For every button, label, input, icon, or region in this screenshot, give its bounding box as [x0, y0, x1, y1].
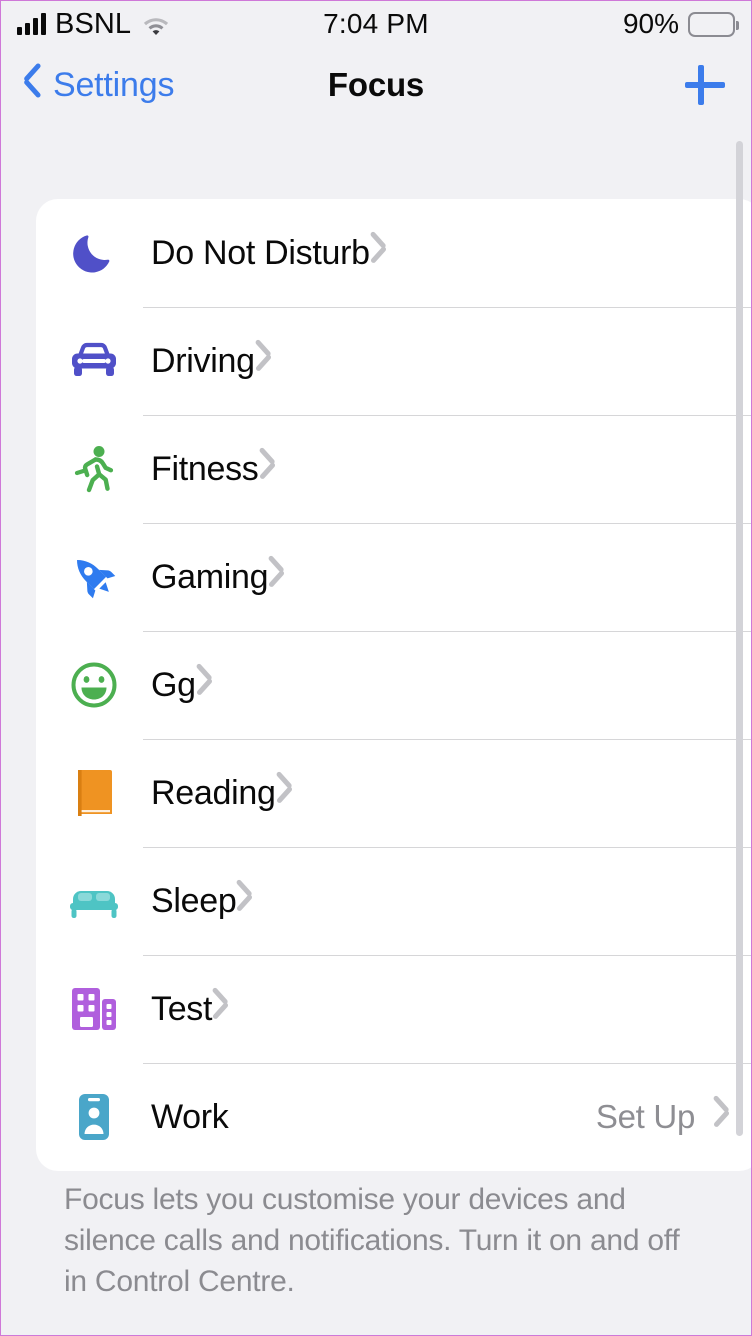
list-item-test[interactable]: Test	[36, 955, 751, 1063]
cellular-bars-icon	[17, 13, 46, 35]
chevron-right-icon	[713, 1101, 731, 1133]
moon-icon	[65, 224, 123, 282]
chevron-right-icon	[268, 561, 286, 593]
status-bar-left: BSNL	[17, 7, 170, 40]
chevron-right-icon	[370, 237, 388, 269]
list-item-sleep[interactable]: Sleep	[36, 847, 751, 955]
list-item-reading[interactable]: Reading	[36, 739, 751, 847]
running-icon	[65, 440, 123, 498]
iphone-screen: BSNL 7:04 PM 90% Settings Focus Do Not D…	[0, 0, 752, 1336]
rocket-icon	[65, 548, 123, 606]
list-item-label: Sleep	[151, 881, 237, 920]
carrier-name: BSNL	[55, 7, 132, 40]
battery-cap	[736, 20, 739, 30]
bed-icon	[65, 872, 123, 930]
status-bar-right: 90%	[622, 8, 739, 40]
status-bar: BSNL 7:04 PM 90%	[1, 1, 751, 47]
focus-list-card: Do Not Disturb Driving Fitness Gaming Gg…	[36, 199, 751, 1171]
chevron-right-icon	[259, 453, 277, 485]
list-item-label: Driving	[151, 341, 255, 380]
chevron-right-icon	[196, 669, 214, 701]
focus-footer-description: Focus lets you customise your devices an…	[64, 1183, 680, 1298]
list-item-label: Do Not Disturb	[151, 233, 370, 272]
list-item-work[interactable]: Work Set Up	[36, 1063, 751, 1171]
list-item-label: Gg	[151, 665, 196, 704]
back-button-label: Settings	[53, 65, 175, 104]
list-item-gaming[interactable]: Gaming	[36, 523, 751, 631]
car-icon	[65, 332, 123, 390]
book-icon	[65, 764, 123, 822]
list-item-label: Reading	[151, 773, 276, 812]
list-item-driving[interactable]: Driving	[36, 307, 751, 415]
chevron-right-icon	[255, 345, 273, 377]
status-bar-time: 7:04 PM	[323, 8, 429, 39]
navigation-bar: Settings Focus	[1, 47, 751, 123]
list-item-do-not-disturb[interactable]: Do Not Disturb	[36, 199, 751, 307]
chevron-right-icon	[236, 885, 254, 917]
list-item-label: Test	[151, 989, 213, 1028]
list-item-label: Fitness	[151, 449, 259, 488]
chevron-left-icon	[23, 68, 43, 102]
wifi-icon	[142, 14, 170, 35]
buildings-icon	[65, 980, 123, 1038]
chevron-right-icon	[276, 777, 294, 809]
list-item-label: Work	[151, 1097, 229, 1136]
id-badge-icon	[65, 1088, 123, 1146]
chevron-right-icon	[212, 993, 230, 1025]
plus-icon[interactable]	[681, 61, 729, 109]
battery-icon	[688, 11, 739, 37]
smiley-icon	[65, 656, 123, 714]
list-item-gg[interactable]: Gg	[36, 631, 751, 739]
list-item-label: Gaming	[151, 557, 269, 596]
list-item-fitness[interactable]: Fitness	[36, 415, 751, 523]
list-item-value: Set Up	[595, 1098, 695, 1135]
battery-percentage: 90%	[622, 8, 679, 39]
vertical-scrollbar[interactable]	[736, 141, 743, 1136]
back-button[interactable]: Settings	[23, 66, 174, 105]
